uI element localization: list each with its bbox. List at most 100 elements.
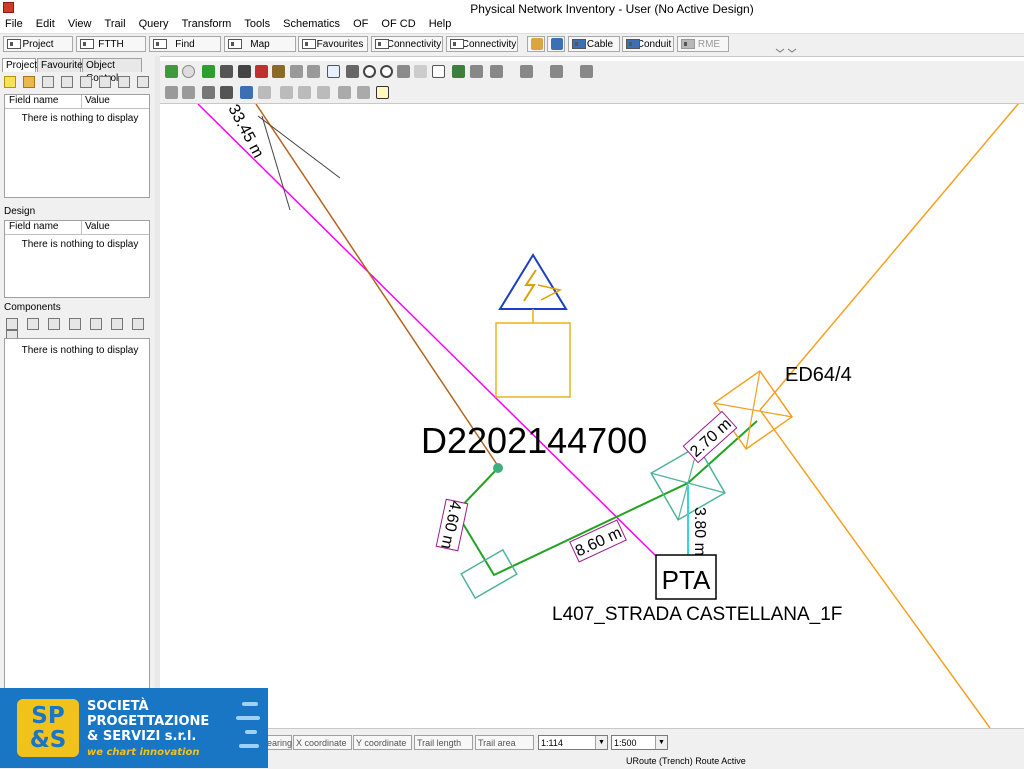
cabinet-box[interactable] [495, 322, 571, 398]
find-button[interactable]: Find [149, 36, 221, 52]
curve-icon[interactable] [298, 86, 311, 99]
menu-help[interactable]: Help [424, 17, 457, 30]
scale-select-1[interactable]: 1:114 ▼ [538, 735, 608, 750]
refresh-icon[interactable] [165, 65, 178, 78]
copy-icon[interactable] [42, 76, 55, 89]
component-add-icon[interactable] [6, 318, 18, 331]
node-point[interactable] [493, 463, 503, 473]
chamber-box-left[interactable] [460, 548, 518, 600]
component-split-icon[interactable] [111, 318, 124, 331]
redo-icon[interactable] [182, 86, 195, 99]
component-tree-icon[interactable] [90, 318, 103, 331]
component-link-icon[interactable] [48, 318, 61, 331]
component-grid-icon[interactable] [27, 318, 40, 331]
ftth-button[interactable]: FTTH [76, 36, 146, 52]
menu-edit[interactable]: Edit [31, 17, 60, 30]
field-name-header[interactable]: Field name [9, 221, 58, 233]
empty-message: There is nothing to display [21, 345, 139, 356]
import-icon[interactable] [137, 76, 150, 89]
home-icon[interactable] [238, 65, 251, 78]
forward-arrow-icon[interactable] [220, 65, 233, 78]
filter-dropdown-icon[interactable] [550, 65, 563, 78]
rme-button[interactable]: RME [677, 36, 729, 52]
menu-schematics[interactable]: Schematics [278, 17, 345, 30]
select-hand-icon[interactable] [290, 65, 303, 78]
tab-object-control[interactable]: Object Control [82, 58, 142, 84]
map-canvas[interactable]: 33.45 m D2202144700 PTA L407_STRADA CAST… [160, 104, 1024, 728]
vertex-icon[interactable] [280, 86, 293, 99]
chevron-down-icon[interactable]: ▼ [595, 736, 607, 749]
magenta-route[interactable] [197, 104, 661, 561]
electrical-hazard-icon[interactable] [498, 253, 568, 310]
crosshair-icon[interactable] [346, 65, 359, 78]
menu-transform[interactable]: Transform [177, 17, 237, 30]
connectivity-schematic-button[interactable]: Connectivity [446, 36, 518, 52]
menu-file[interactable]: File [0, 17, 28, 30]
help-icon[interactable] [376, 86, 389, 99]
project-button[interactable]: Project [3, 36, 73, 52]
open-folder-icon[interactable] [23, 76, 36, 89]
compass-icon[interactable] [470, 65, 483, 78]
ed-label: ED64/4 [785, 364, 852, 386]
menu-view[interactable]: View [63, 17, 97, 30]
zoom-out-icon[interactable] [380, 65, 393, 78]
display-dropdown-icon[interactable] [520, 65, 533, 78]
undo-icon[interactable] [165, 86, 178, 99]
chart-icon[interactable] [240, 86, 253, 99]
save-icon[interactable] [61, 76, 74, 89]
box-icon[interactable] [338, 86, 351, 99]
new-icon[interactable] [4, 76, 16, 89]
layers-icon[interactable] [414, 65, 427, 78]
empty-message: There is nothing to display [21, 113, 139, 124]
pointer-icon[interactable] [327, 65, 340, 78]
component-check-icon[interactable] [69, 318, 82, 331]
tools-dropdown-icon[interactable] [580, 65, 593, 78]
split-icon[interactable] [258, 86, 271, 99]
brown-route[interactable] [255, 104, 499, 467]
back-arrow-icon[interactable] [202, 65, 215, 78]
component-edit-icon[interactable] [132, 318, 145, 331]
map-button[interactable]: Map [224, 36, 296, 52]
box-group-icon[interactable] [357, 86, 370, 99]
cable-icon [572, 39, 586, 49]
chevron-down-icon[interactable]: ▼ [655, 736, 667, 749]
tab-favourites[interactable]: Favourites [37, 58, 88, 72]
map-drawing[interactable]: 33.45 m D2202144700 PTA L407_STRADA CAST… [160, 104, 1024, 728]
tab-project[interactable]: Project [2, 58, 37, 72]
grid-header: Field name Value [5, 221, 149, 235]
palette-button[interactable] [527, 36, 545, 52]
cable-button[interactable]: Cable [568, 36, 620, 52]
edit-feature-icon[interactable] [202, 86, 215, 99]
style-dropdown-icon[interactable] [490, 65, 503, 78]
scale-select-2[interactable]: 1:500 ▼ [611, 735, 668, 750]
dimension-270[interactable]: 2.70 m [682, 410, 738, 464]
panel-collapse-icon[interactable] [774, 46, 804, 54]
value-header[interactable]: Value [85, 221, 110, 233]
pan-icon[interactable] [272, 65, 285, 78]
value-header[interactable]: Value [85, 95, 110, 107]
stop-icon[interactable] [182, 65, 195, 78]
connectivity-button[interactable]: Connectivity [371, 36, 443, 52]
favourites-button[interactable]: Favourites [298, 36, 368, 52]
properties-icon[interactable] [99, 76, 112, 89]
zoom-region-icon[interactable] [255, 65, 268, 78]
hand-pan-icon[interactable] [397, 65, 410, 78]
draw-line-icon[interactable] [220, 86, 233, 99]
menu-tools[interactable]: Tools [239, 17, 275, 30]
field-name-header[interactable]: Field name [9, 95, 58, 107]
menu-trail[interactable]: Trail [100, 17, 131, 30]
sparkle-icon[interactable] [452, 65, 465, 78]
conduit-button[interactable]: Conduit [622, 36, 674, 52]
menu-query[interactable]: Query [134, 17, 174, 30]
window-icon [302, 39, 316, 49]
align-icon[interactable] [317, 86, 330, 99]
menu-of-cd[interactable]: OF CD [376, 17, 420, 30]
menu-of[interactable]: OF [348, 17, 373, 30]
paste-icon[interactable] [80, 76, 93, 89]
orange-route-lower[interactable] [759, 409, 991, 728]
zoom-in-icon[interactable] [363, 65, 376, 78]
dimension-460[interactable]: 4.60 m [435, 498, 469, 552]
network-button[interactable] [547, 36, 565, 52]
info-icon[interactable] [432, 65, 445, 78]
export-icon[interactable] [118, 76, 131, 89]
